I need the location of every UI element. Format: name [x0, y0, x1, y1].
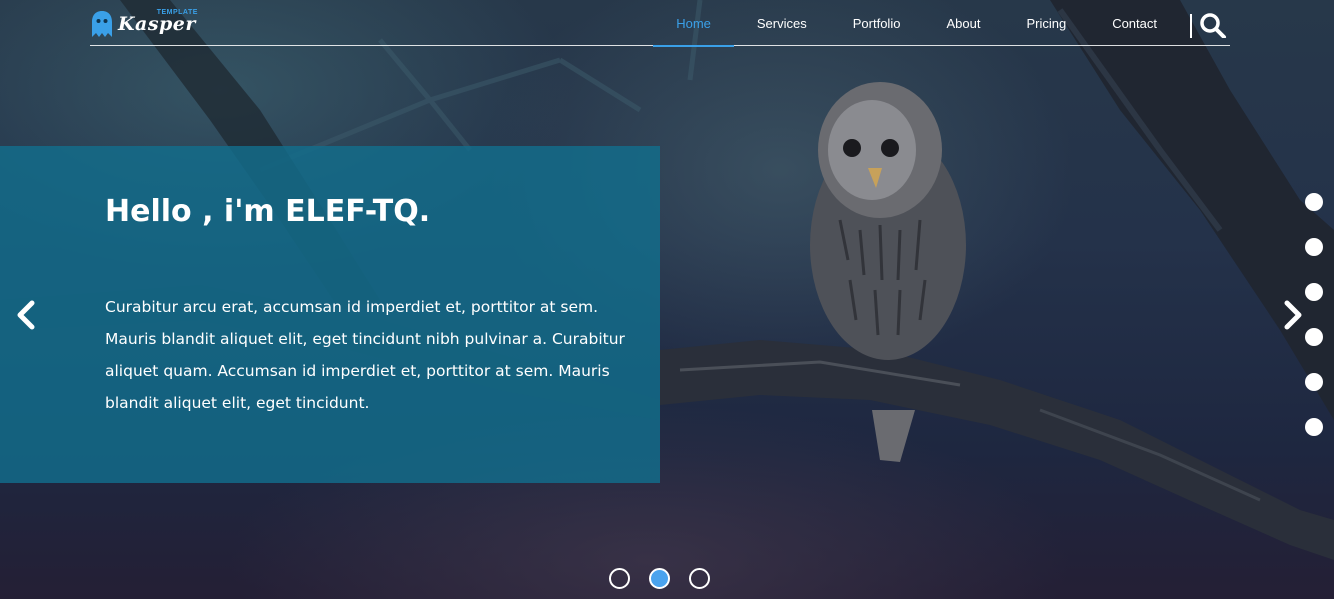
- nav-services[interactable]: Services: [734, 0, 830, 46]
- nav-portfolio[interactable]: Portfolio: [830, 0, 924, 46]
- side-dot[interactable]: [1305, 418, 1323, 436]
- slider-dot-1[interactable]: [609, 568, 630, 589]
- hero-description: Curabitur arcu erat, accumsan id imperdi…: [105, 298, 625, 412]
- nav-about[interactable]: About: [923, 0, 1003, 46]
- side-dot[interactable]: [1305, 238, 1323, 256]
- logo[interactable]: Kasper TEMPLATE: [90, 8, 197, 40]
- slider-dot-3[interactable]: [689, 568, 710, 589]
- chevron-left-icon[interactable]: [10, 295, 40, 335]
- slider-pagination: [609, 568, 729, 589]
- nav-contact[interactable]: Contact: [1089, 0, 1180, 46]
- hero-title: Hello , i'm ELEF-TQ.: [105, 194, 431, 229]
- nav-home[interactable]: Home: [653, 0, 734, 47]
- side-dot[interactable]: [1305, 373, 1323, 391]
- nav-divider: [1190, 14, 1192, 38]
- brand-tag: TEMPLATE: [156, 9, 198, 16]
- nav-pricing[interactable]: Pricing: [1003, 0, 1089, 46]
- side-section-dots: [1305, 193, 1323, 463]
- side-dot[interactable]: [1305, 193, 1323, 211]
- site-header: Kasper TEMPLATE Home Services Portfolio …: [90, 0, 1230, 47]
- logo-wordmark: Kasper TEMPLATE: [118, 9, 197, 35]
- hero-caption-panel: Hello , i'm ELEF-TQ. Curabitur arcu erat…: [0, 146, 660, 483]
- side-dot[interactable]: [1305, 283, 1323, 301]
- brand-name: Kasper: [118, 13, 196, 35]
- main-nav: Home Services Portfolio About Pricing Co…: [653, 0, 1180, 47]
- side-dot[interactable]: [1305, 328, 1323, 346]
- ghost-icon: [92, 11, 112, 37]
- search-icon[interactable]: [1198, 12, 1228, 38]
- slider-dot-2[interactable]: [649, 568, 670, 589]
